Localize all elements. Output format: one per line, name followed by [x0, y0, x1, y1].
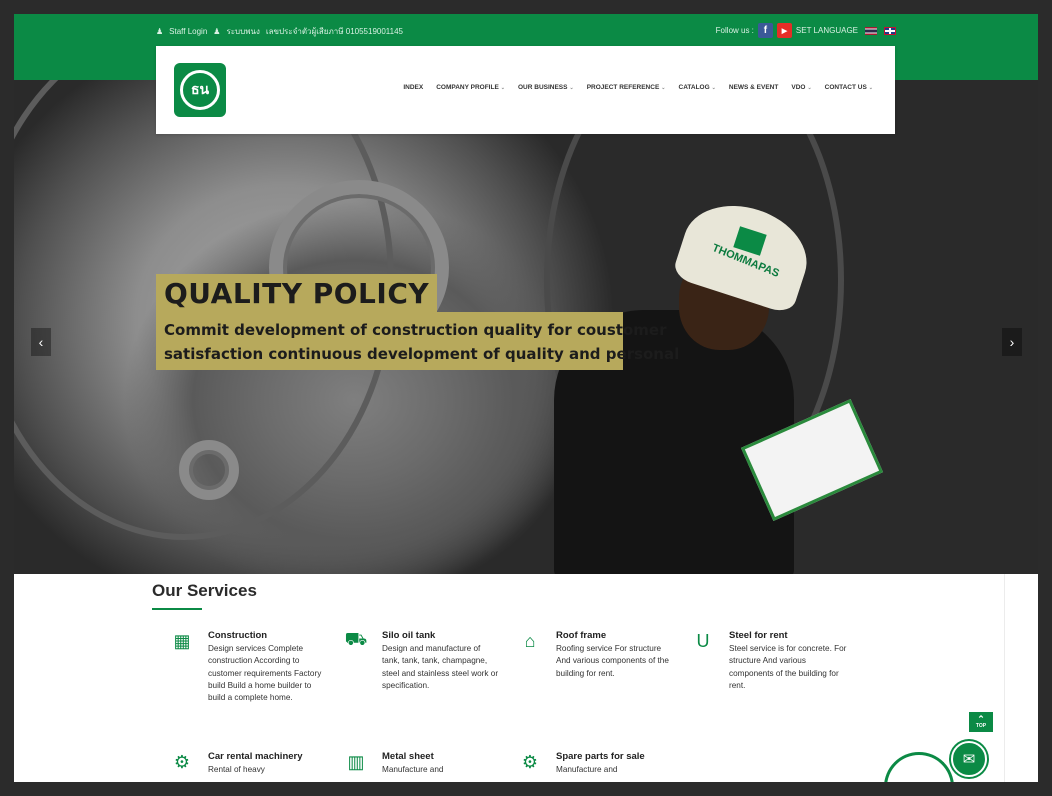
chevron-down-icon: ⌄ [868, 85, 873, 91]
valve-shape [179, 440, 239, 500]
chevron-down-icon: ⌄ [569, 85, 574, 91]
messenger-button[interactable]: ✉ [951, 741, 987, 777]
top-label: TOP [975, 722, 987, 729]
hero-caption-line: satisfaction continuous development of q… [164, 345, 680, 363]
back-to-top-button[interactable]: ⌃ TOP [969, 712, 993, 732]
cogs-icon: ⚙ [521, 751, 539, 772]
nav-item-our-business[interactable]: OUR BUSINESS ⌄ [518, 84, 574, 91]
chevron-down-icon: ⌄ [807, 85, 812, 91]
user-icon: ♟ [156, 27, 164, 36]
chevron-down-icon: ⌄ [500, 85, 505, 91]
user-icon: ♟ [213, 27, 221, 36]
topbar-social: Follow us : f ▶ SET LANGUAGE [716, 23, 896, 38]
language-label: SET LANGUAGE [795, 26, 858, 35]
staff-login-link[interactable]: Staff Login [169, 27, 207, 36]
thai-flag-icon[interactable] [865, 26, 877, 35]
nav-label: VDO [791, 84, 806, 91]
nav-item-contact-us[interactable]: CONTACT US ⌄ [825, 84, 873, 91]
main-nav: INDEX COMPANY PROFILE ⌄ OUR BUSINESS ⌄ PROJEC… [403, 84, 873, 91]
home-icon: ⌂ [524, 630, 536, 651]
page: ♟ Staff Login ♟ ระบบพนง เลขประจำตัวผู้เส… [14, 14, 1038, 782]
service-description: Design and manufacture of tank, tank, ta… [382, 644, 499, 690]
nav-item-project-reference[interactable]: PROJECT REFERENCE ⌄ [587, 84, 666, 91]
chevron-down-icon: ⌄ [661, 85, 666, 91]
service-description: Manufacture and [382, 765, 444, 774]
service-description: Roofing service For structure And variou… [556, 644, 669, 678]
service-name: Roof frame [556, 630, 607, 641]
chevron-up-icon: ⌃ [977, 713, 985, 724]
messenger-icon: ✉ [962, 751, 976, 768]
tax-id-text: เลขประจำตัวผู้เสียภาษี 0105519001145 [265, 27, 404, 36]
slider-prev-icon[interactable]: ‹ [31, 328, 51, 356]
chevron-down-icon: ⌄ [711, 85, 716, 91]
nav-item-news-event[interactable]: NEWS & EVENT [729, 84, 778, 91]
topbar-links: ♟ Staff Login ♟ ระบบพนง เลขประจำตัวผู้เส… [156, 25, 403, 38]
nav-label: CATALOG [678, 84, 710, 91]
services-title: Our Services [152, 581, 257, 600]
nav-item-vdo[interactable]: VDO ⌄ [791, 84, 811, 91]
company-logo[interactable]: ธน [174, 63, 226, 117]
service-description: Design services Complete construction Ac… [208, 644, 322, 703]
hero-caption: Commit development of construction quali… [156, 312, 680, 370]
service-description: Steel service is for concrete. For struc… [729, 644, 847, 690]
nav-label: INDEX [403, 84, 424, 91]
hero-caption-line: Commit development of construction quali… [164, 321, 667, 339]
nav-label: COMPANY PROFILE [436, 84, 499, 91]
service-name: Steel for rent [729, 630, 788, 641]
nav-label: OUR BUSINESS [518, 84, 568, 91]
service-name: Metal sheet [382, 751, 434, 762]
building-icon: ▦ [173, 630, 191, 651]
nav-label: CONTACT US [824, 84, 867, 91]
site-header: ธน INDEX COMPANY PROFILE ⌄ OUR BUSINESS ⌄ PRO… [156, 46, 895, 134]
service-name: Car rental machinery [208, 751, 303, 762]
nav-label: NEWS & EVENT [728, 84, 779, 91]
service-name: Spare parts for sale [556, 751, 645, 762]
staff-system-link[interactable]: ระบบพนง [226, 25, 259, 38]
service-name: Construction [208, 630, 268, 641]
title-underline [152, 608, 202, 610]
facebook-icon[interactable]: f [757, 23, 773, 38]
slider-next-icon[interactable]: › [1002, 328, 1022, 356]
nav-item-catalog[interactable]: CATALOG ⌄ [679, 84, 716, 91]
magnet-icon: U [696, 630, 710, 651]
map-icon: ▥ [347, 751, 365, 772]
service-name: Silo oil tank [382, 630, 436, 641]
youtube-icon[interactable]: ▶ [776, 23, 792, 38]
nav-item-company-profile[interactable]: COMPANY PROFILE ⌄ [436, 84, 505, 91]
follow-label: Follow us : [715, 26, 754, 35]
nav-item-index[interactable]: INDEX [403, 84, 423, 91]
uk-flag-icon[interactable] [884, 26, 896, 35]
service-description: Rental of heavy [208, 765, 265, 774]
hero-title: QUALITY POLICY [156, 274, 438, 312]
logo-mark: ธน [180, 70, 220, 110]
service-description: Manufacture and [556, 765, 618, 774]
cog-icon: ⚙ [173, 751, 191, 772]
nav-label: PROJECT REFERENCE [586, 84, 660, 91]
hero-slider: THOMMAPAS ‹ › QUALITY POLICY Commit deve… [14, 80, 1038, 574]
truck-icon: ⛟ [344, 629, 368, 649]
services-side [1004, 574, 1038, 782]
